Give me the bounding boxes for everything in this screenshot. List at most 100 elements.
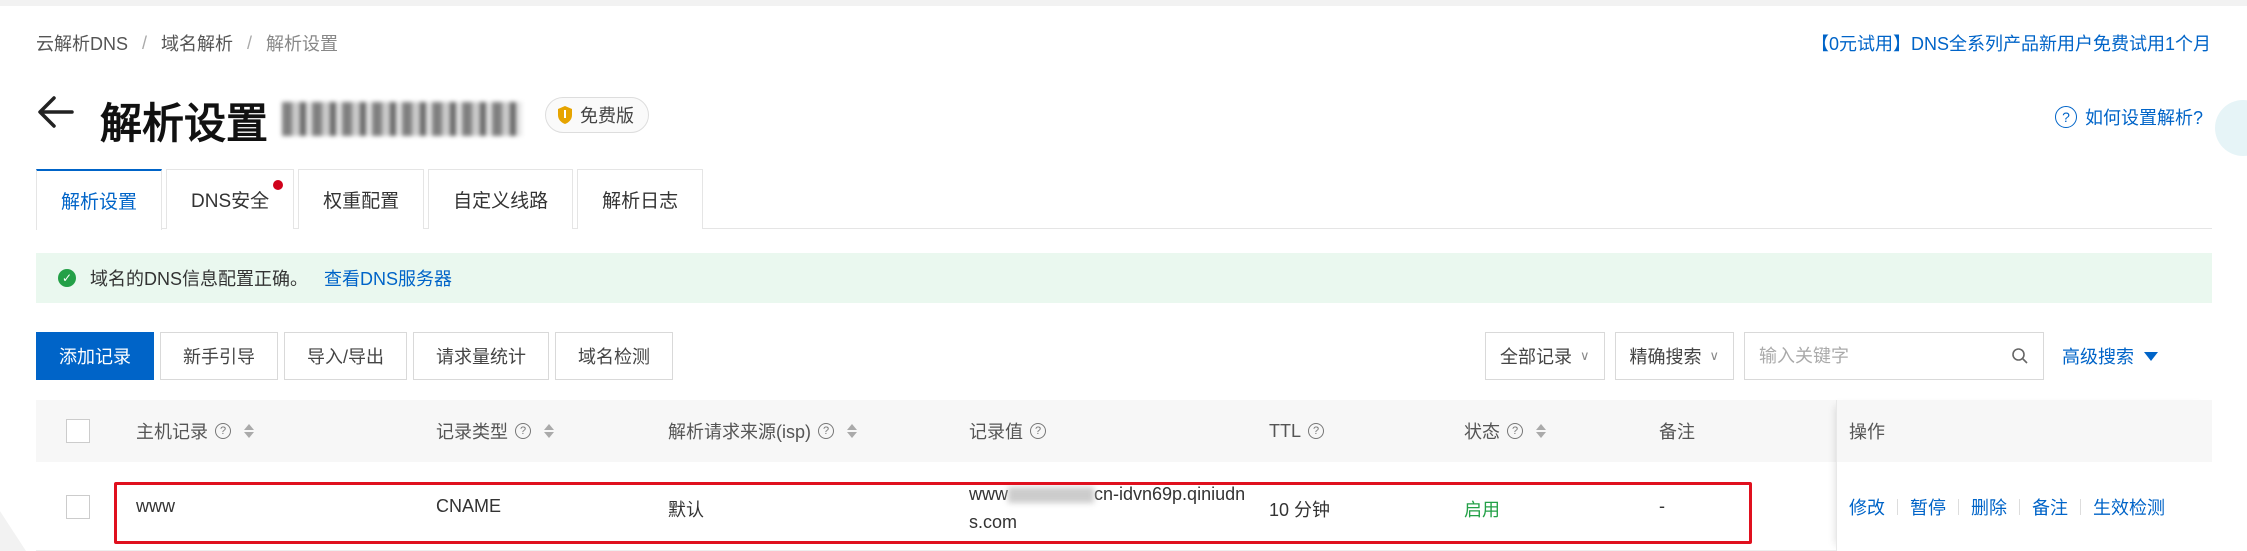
question-icon[interactable]: ? xyxy=(818,423,834,439)
check-circle-icon: ✓ xyxy=(58,269,76,287)
select-all-checkbox[interactable] xyxy=(66,419,90,443)
advanced-search-toggle[interactable]: 高级搜索 xyxy=(2062,343,2159,369)
column-operations: 操作 xyxy=(1837,400,2212,462)
column-ttl-label: TTL xyxy=(1269,420,1302,441)
cell-host: www xyxy=(136,496,175,516)
column-remark-label: 备注 xyxy=(1659,422,1695,442)
request-stats-button[interactable]: 请求量统计 xyxy=(413,332,550,380)
beginner-guide-button[interactable]: 新手引导 xyxy=(160,332,278,380)
import-export-button[interactable]: 导入/导出 xyxy=(284,332,408,380)
breadcrumb-item-domain-resolution[interactable]: 域名解析 xyxy=(161,30,233,56)
promo-link[interactable]: 【0元试用】DNS全系列产品新用户免费试用1个月 xyxy=(1811,30,2211,56)
operations-column: 操作 修改 暂停 删除 备注 生效检测 xyxy=(1836,400,2212,551)
question-icon: ? xyxy=(2054,106,2077,128)
chevron-down-icon: ∨ xyxy=(1709,348,1720,363)
column-status: 状态 ? xyxy=(1464,400,1546,462)
question-icon[interactable]: ? xyxy=(1507,423,1523,439)
column-value: 记录值 ? xyxy=(969,400,1046,462)
divider xyxy=(2080,498,2081,515)
tab-label: 解析日志 xyxy=(602,191,679,212)
tab-label: 权重配置 xyxy=(323,191,400,212)
effect-check-link[interactable]: 生效检测 xyxy=(2093,494,2165,520)
page-title: 解析设置 xyxy=(100,100,269,147)
search-box xyxy=(1744,332,2045,380)
column-isp-label: 解析请求来源(isp) xyxy=(668,422,811,442)
remark-record-link[interactable]: 备注 xyxy=(2032,494,2068,520)
record-value-suffix: cn-idvn69p.qiniudn xyxy=(1094,484,1246,504)
alert-text: 域名的DNS信息配置正确。 xyxy=(90,269,309,289)
sort-icon[interactable] xyxy=(544,424,554,438)
chevron-down-icon: ∨ xyxy=(1580,348,1590,363)
cell-remark: - xyxy=(1659,496,1665,516)
record-filter-value: 全部记录 xyxy=(1500,347,1572,367)
cell-record-value: www cn-idvn69p.qiniudn s.com xyxy=(969,480,1245,536)
row-operations: 修改 暂停 删除 备注 生效检测 xyxy=(1837,462,2212,551)
view-dns-servers-link[interactable]: 查看DNS服务器 xyxy=(324,265,452,291)
cell-ttl: 10 分钟 xyxy=(1269,500,1331,520)
sort-icon[interactable] xyxy=(1536,424,1546,438)
tab-bar: 解析设置 DNS安全 权重配置 自定义线路 解析日志 xyxy=(36,169,2212,230)
sort-icon[interactable] xyxy=(847,424,857,438)
dns-status-alert: ✓ 域名的DNS信息配置正确。 查看DNS服务器 xyxy=(36,253,2212,303)
column-type: 记录类型 ? xyxy=(436,400,554,462)
redacted-text xyxy=(1008,487,1094,504)
tab-label: 自定义线路 xyxy=(453,191,549,212)
record-value-line2: s.com xyxy=(969,512,1018,532)
question-icon[interactable]: ? xyxy=(215,423,231,439)
question-icon[interactable]: ? xyxy=(515,423,531,439)
cell-isp: 默认 xyxy=(668,500,704,520)
tab-weight-config[interactable]: 权重配置 xyxy=(298,169,425,229)
sort-icon[interactable] xyxy=(244,424,254,438)
add-record-button[interactable]: 添加记录 xyxy=(36,332,154,380)
record-filters: 全部记录 ∨ 精确搜索 ∨ 高级搜索 xyxy=(1485,332,2159,380)
advanced-search-label: 高级搜索 xyxy=(2062,347,2135,367)
column-value-label: 记录值 xyxy=(969,422,1023,442)
divider xyxy=(1958,498,1959,515)
help-link-label: 如何设置解析? xyxy=(2084,108,2203,128)
record-filter-select[interactable]: 全部记录 ∨ xyxy=(1485,332,1605,380)
edit-record-link[interactable]: 修改 xyxy=(1849,494,1885,520)
tab-label: DNS安全 xyxy=(191,191,270,212)
breadcrumb-item-current: 解析设置 xyxy=(266,34,339,54)
help-link[interactable]: ? 如何设置解析? xyxy=(2054,104,2203,130)
tab-resolution-log[interactable]: 解析日志 xyxy=(577,169,704,229)
search-input[interactable] xyxy=(1759,345,2012,367)
floating-assistant-button[interactable] xyxy=(2215,100,2247,156)
match-mode-value: 精确搜索 xyxy=(1629,347,1702,367)
question-icon[interactable]: ? xyxy=(1030,423,1046,439)
tab-resolution-settings[interactable]: 解析设置 xyxy=(36,169,163,230)
column-host: 主机记录 ? xyxy=(136,400,254,462)
divider xyxy=(2019,498,2020,515)
tab-label: 解析设置 xyxy=(61,192,138,213)
record-toolbar: 添加记录 新手引导 导入/导出 请求量统计 域名检测 xyxy=(36,332,674,380)
column-remark: 备注 xyxy=(1659,400,1695,462)
corner-decoration xyxy=(0,505,26,551)
pause-record-link[interactable]: 暂停 xyxy=(1910,494,1946,520)
back-arrow-icon[interactable] xyxy=(36,92,76,132)
cell-status: 启用 xyxy=(1464,500,1500,520)
delete-record-link[interactable]: 删除 xyxy=(1971,494,2007,520)
column-type-label: 记录类型 xyxy=(436,422,508,442)
top-divider xyxy=(0,0,2247,6)
redacted-domain-name xyxy=(282,102,522,136)
domain-check-button[interactable]: 域名检测 xyxy=(555,332,674,380)
search-icon[interactable] xyxy=(2011,347,2029,365)
edition-label: 免费版 xyxy=(580,106,634,126)
shield-icon xyxy=(558,106,572,124)
caret-down-icon xyxy=(2144,351,2159,361)
breadcrumb-item-cloud-dns[interactable]: 云解析DNS xyxy=(36,30,128,56)
column-ttl: TTL ? xyxy=(1269,400,1325,462)
breadcrumb: 云解析DNS / 域名解析 / 解析设置 xyxy=(36,30,338,56)
tab-dns-security[interactable]: DNS安全 xyxy=(166,169,295,229)
tab-custom-line[interactable]: 自定义线路 xyxy=(428,169,574,229)
record-value-line1: www cn-idvn69p.qiniudn xyxy=(969,480,1245,508)
divider xyxy=(1897,498,1898,515)
match-mode-select[interactable]: 精确搜索 ∨ xyxy=(1614,332,1735,380)
breadcrumb-separator: / xyxy=(142,32,148,53)
record-value-prefix: www xyxy=(969,484,1008,504)
edition-badge: 免费版 xyxy=(545,97,649,133)
question-icon[interactable]: ? xyxy=(1308,423,1325,439)
row-checkbox[interactable] xyxy=(66,495,90,519)
notification-dot xyxy=(273,180,284,190)
column-status-label: 状态 xyxy=(1464,422,1500,442)
